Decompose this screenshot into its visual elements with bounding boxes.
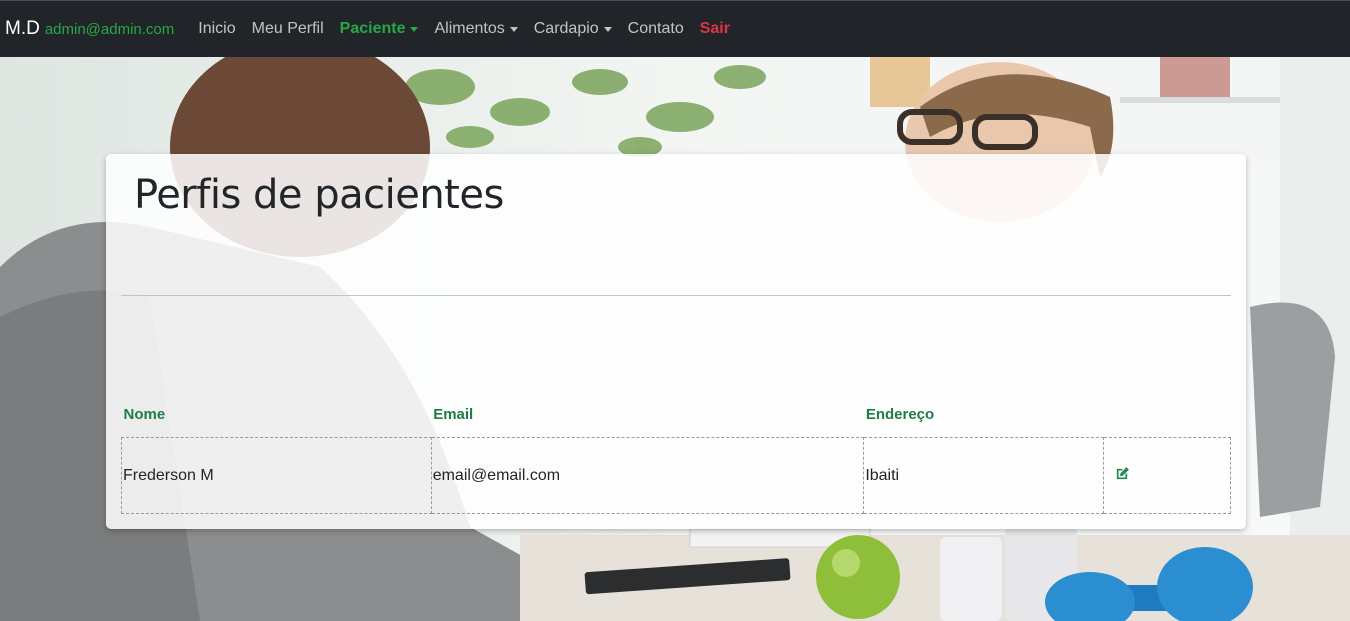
nav-item-inicio[interactable]: Inicio xyxy=(198,20,235,38)
column-header-endereco: Endereço xyxy=(865,406,935,423)
nav-item-paciente-dropdown[interactable]: Paciente xyxy=(340,20,419,38)
patients-card: Perfis de pacientes Nome Email Endereço … xyxy=(106,154,1246,529)
nav-item-label: Inicio xyxy=(198,20,236,37)
edit-icon[interactable] xyxy=(1115,466,1130,486)
column-header-email: Email xyxy=(433,406,474,423)
nav-item-label: Contato xyxy=(627,20,684,37)
nav-item-contato[interactable]: Contato xyxy=(628,20,684,38)
patients-table: Nome Email Endereço Frederson M email@em… xyxy=(121,392,1231,514)
column-header-nome: Nome xyxy=(123,406,166,423)
user-email: admin@admin.com xyxy=(44,21,175,38)
nav-item-meu-perfil[interactable]: Meu Perfil xyxy=(252,20,324,38)
nav-item-label: Sair xyxy=(699,20,730,37)
table-row: Frederson M email@email.com Ibaiti xyxy=(121,437,1231,514)
table-header-row: Nome Email Endereço xyxy=(122,392,1231,438)
nav-item-cardapio-dropdown[interactable]: Cardapio xyxy=(534,20,612,38)
nav-item-label: Cardapio xyxy=(533,20,599,37)
cell-actions xyxy=(1103,437,1231,514)
nav-item-sair[interactable]: Sair xyxy=(700,20,730,38)
brand-name[interactable]: M.D xyxy=(5,18,40,40)
cell-name: Frederson M xyxy=(121,437,432,514)
nav-item-label: Meu Perfil xyxy=(251,20,324,37)
caret-down-icon xyxy=(410,26,419,32)
nav-item-alimentos-dropdown[interactable]: Alimentos xyxy=(434,20,518,38)
brand[interactable]: M.D admin@admin.com xyxy=(5,18,174,40)
cell-email: email@email.com xyxy=(430,437,865,514)
divider xyxy=(121,295,1231,296)
nav-item-label: Alimentos xyxy=(434,20,505,37)
caret-down-icon xyxy=(509,26,518,32)
caret-down-icon xyxy=(603,26,612,32)
top-navbar: M.D admin@admin.com Inicio Meu Perfil Pa… xyxy=(0,0,1350,57)
column-header-actions xyxy=(1104,392,1231,438)
nav-item-label: Paciente xyxy=(339,20,406,37)
page-title: Perfis de pacientes xyxy=(134,172,504,218)
cell-address: Ibaiti xyxy=(863,437,1105,514)
